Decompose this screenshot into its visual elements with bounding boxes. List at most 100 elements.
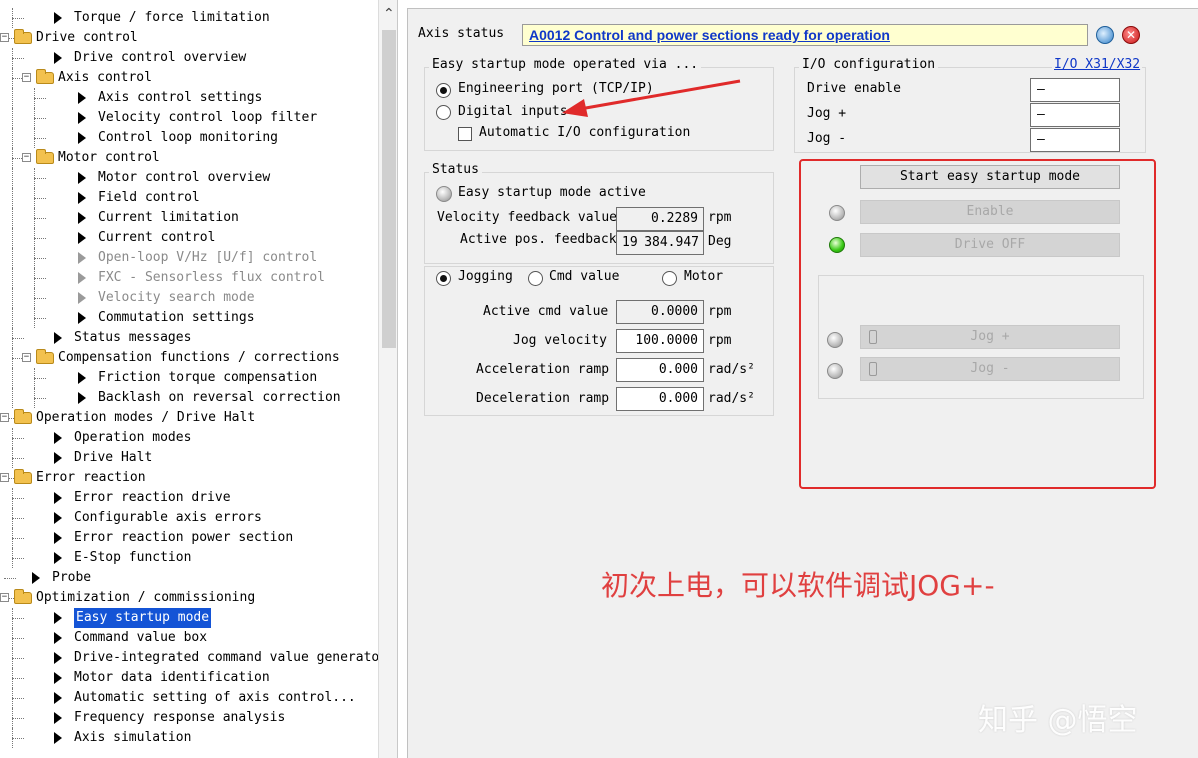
tree-connector-line [12, 18, 24, 19]
tree-item[interactable]: Control loop monitoring [0, 128, 378, 148]
io-drive-enable-field: — [1030, 78, 1120, 102]
leaf-arrow-icon [54, 672, 62, 684]
tree-scrollbar[interactable]: ⌃ [378, 0, 397, 758]
tree-connector-line [12, 438, 24, 439]
navigation-tree: Torque / force limitation − Drive control D… [0, 8, 387, 748]
io-config-title: I/O configuration [799, 57, 939, 72]
tree-item[interactable]: Configurable axis errors [0, 508, 378, 528]
refresh-icon[interactable] [1096, 26, 1114, 44]
tree-folder[interactable]: − Drive control [0, 28, 378, 48]
tree-item[interactable]: Drive-integrated command value generator [0, 648, 387, 668]
tree-item[interactable]: Motor control overview [0, 168, 378, 188]
tree-connector-line [12, 108, 13, 128]
tree-connector-line [12, 208, 13, 228]
tree-item[interactable]: Current limitation [0, 208, 378, 228]
io-x31-x32-link[interactable]: I/O X31/X32 [1052, 57, 1143, 72]
easy-active-label: Easy startup mode active [458, 185, 646, 200]
motor-radio[interactable] [662, 271, 677, 286]
acceleration-ramp-input[interactable]: 0.000 [616, 358, 704, 382]
tree-folder[interactable]: − Error reaction [0, 468, 378, 488]
tree-folder[interactable]: − Axis control [0, 68, 378, 88]
tree-item[interactable]: Probe [0, 568, 378, 588]
tree-item-label: Commutation settings [98, 310, 255, 325]
leaf-arrow-icon [54, 532, 62, 544]
tree-item-label: Current limitation [98, 210, 239, 225]
error-reset-icon[interactable]: ✕ [1122, 26, 1140, 44]
tree-item[interactable]: FXC - Sensorless flux control [0, 268, 378, 288]
leaf-arrow-icon [78, 312, 86, 324]
tree-item[interactable]: Motor data identification [0, 668, 378, 688]
tree-connector-line [34, 398, 46, 399]
tree-item[interactable]: Axis control settings [0, 88, 378, 108]
cmd-value-radio[interactable] [528, 271, 543, 286]
tree-item-label: Operation modes [74, 430, 192, 445]
tree-connector-line [12, 388, 13, 408]
tree-connector-line [12, 288, 13, 308]
collapse-icon[interactable]: − [22, 353, 31, 362]
deceleration-ramp-input[interactable]: 0.000 [616, 387, 704, 411]
tree-item[interactable]: Backlash on reversal correction [0, 388, 378, 408]
tree-item-label: Operation modes / Drive Halt [36, 410, 256, 425]
tree-item[interactable]: Friction torque compensation [0, 368, 378, 388]
tree-item[interactable]: Torque / force limitation [0, 8, 378, 28]
tree-connector-line [12, 638, 24, 639]
tree-item[interactable]: Velocity control loop filter [0, 108, 378, 128]
tree-item[interactable]: Frequency response analysis [0, 708, 378, 728]
tree-item[interactable]: Command value box [0, 628, 378, 648]
tree-item[interactable]: Error reaction drive [0, 488, 378, 508]
startup-via-title: Easy startup mode operated via ... [429, 57, 702, 72]
leaf-arrow-icon [54, 712, 62, 724]
jog-velocity-input[interactable]: 100.0000 [616, 329, 704, 353]
tree-item[interactable]: Drive Halt [0, 448, 378, 468]
collapse-icon[interactable]: − [0, 413, 9, 422]
collapse-icon[interactable]: − [0, 33, 9, 42]
motor-label: Motor [684, 269, 724, 284]
tree-item[interactable]: Field control [0, 188, 378, 208]
leaf-arrow-icon [54, 512, 62, 524]
watermark-text: 知乎 @悟空 [978, 703, 1138, 738]
tree-item[interactable]: Open-loop V/Hz [U/f] control [0, 248, 378, 268]
tree-item[interactable]: Easy startup mode [0, 608, 378, 628]
acceleration-ramp-label: Acceleration ramp [476, 362, 610, 377]
collapse-icon[interactable]: − [22, 73, 31, 82]
tree-folder[interactable]: − Optimization / commissioning [0, 588, 378, 608]
tree-item-label: Velocity search mode [98, 290, 255, 305]
tree-folder[interactable]: − Motor control [0, 148, 378, 168]
tree-item-label: Optimization / commissioning [36, 590, 256, 605]
leaf-arrow-icon [54, 692, 62, 704]
tree-item-label: Configurable axis errors [74, 510, 262, 525]
folder-icon [14, 409, 32, 424]
leaf-arrow-icon [78, 112, 86, 124]
leaf-arrow-icon [54, 552, 62, 564]
scroll-up-arrow-icon[interactable]: ⌃ [383, 6, 395, 22]
tree-item[interactable]: Axis simulation [0, 728, 378, 748]
tree-item[interactable]: Error reaction power section [0, 528, 378, 548]
tree-item[interactable]: Velocity search mode [0, 288, 378, 308]
tree-item[interactable]: Commutation settings [0, 308, 378, 328]
tree-item-label: Automatic setting of axis control... [74, 690, 356, 705]
tree-connector-line [34, 298, 46, 299]
auto-io-checkbox[interactable] [458, 127, 472, 141]
tree-folder[interactable]: − Compensation functions / corrections [0, 348, 378, 368]
tree-item[interactable]: Automatic setting of axis control... [0, 688, 378, 708]
engineering-port-radio[interactable] [436, 83, 451, 98]
tree-item[interactable]: Operation modes [0, 428, 378, 448]
tree-item[interactable]: Current control [0, 228, 378, 248]
tree-item[interactable]: Status messages [0, 328, 378, 348]
collapse-icon[interactable]: − [0, 473, 9, 482]
tree-item-label: Command value box [74, 630, 208, 645]
collapse-icon[interactable]: − [0, 593, 9, 602]
tree-scrollbar-thumb[interactable] [382, 30, 396, 348]
leaf-arrow-icon [54, 332, 62, 344]
annotation-arrow-icon [562, 79, 741, 117]
jogging-radio[interactable] [436, 271, 451, 286]
collapse-icon[interactable]: − [22, 153, 31, 162]
tree-item[interactable]: Drive control overview [0, 48, 378, 68]
axis-status-label: Axis status [418, 26, 505, 41]
navigation-tree-panel: Torque / force limitation − Drive control D… [0, 0, 398, 758]
tree-item[interactable]: E-Stop function [0, 548, 378, 568]
leaf-arrow-icon [78, 192, 86, 204]
axis-status-link[interactable]: A0012 Control and power sections ready f… [529, 27, 890, 43]
digital-inputs-radio[interactable] [436, 105, 451, 120]
tree-folder[interactable]: − Operation modes / Drive Halt [0, 408, 378, 428]
